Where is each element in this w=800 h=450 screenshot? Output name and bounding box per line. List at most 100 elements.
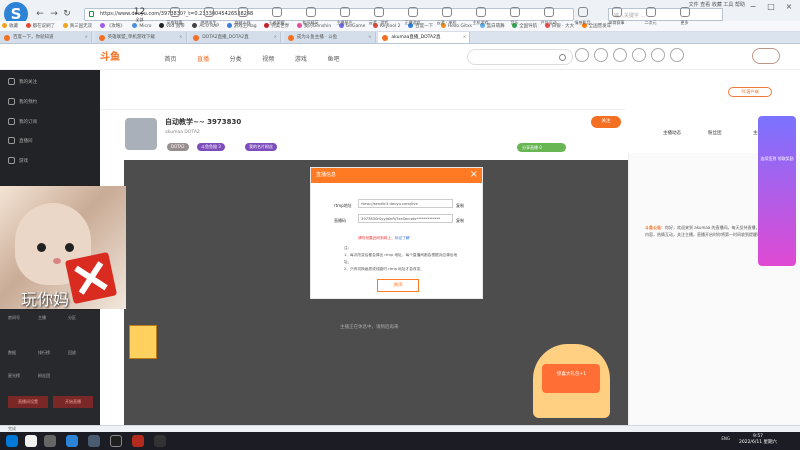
active-browser-tab[interactable]: akumaa直播_DOTA2直 ×: [378, 32, 471, 43]
live-icon[interactable]: [651, 48, 665, 62]
copy-rtmp-button[interactable]: 复制: [456, 203, 464, 209]
browser-tab[interactable]: 成为斗鱼主播 · 斗鱼 ×: [283, 32, 376, 43]
download-icon[interactable]: [594, 48, 608, 62]
taskbar-clock[interactable]: 9:57 2022/6/11 星期六: [739, 434, 777, 446]
room-tag[interactable]: DOTA2: [167, 143, 189, 151]
sidebar-item-reserve[interactable]: 我的预约: [8, 98, 37, 105]
system-language[interactable]: ENG: [721, 436, 730, 441]
left-lower-item[interactable]: 排行榜: [38, 350, 50, 356]
category-item[interactable]: 更多: [673, 7, 696, 26]
start-live-button[interactable]: 开始直播: [53, 396, 93, 408]
category-count[interactable]: 12 全部: [128, 7, 151, 23]
dota-task-icon[interactable]: [132, 435, 144, 447]
pc-client-button[interactable]: PC客户端: [728, 87, 772, 97]
terminal-task-icon[interactable]: [110, 435, 122, 447]
category-item[interactable]: 正播游戏: [401, 7, 424, 26]
nav-home[interactable]: 首页: [155, 54, 186, 63]
left-lower-item[interactable]: 星光榜: [8, 373, 20, 379]
left-lower-item[interactable]: 分区: [68, 315, 76, 321]
browser-tab[interactable]: DOTA2直播_DOTA2直 ×: [189, 32, 282, 43]
stream-code-field[interactable]: 3973830rSyyjdlnRjTxxSecrets*************: [358, 214, 453, 223]
share-button[interactable]: 分享直播 0: [517, 143, 566, 152]
category-item[interactable]: 穿越火线: [231, 7, 254, 26]
browser-menu[interactable]: 文件 查看 收藏 工具 帮助: [689, 1, 745, 8]
chat-tab-dynamic[interactable]: 主播动态: [663, 130, 681, 136]
bookmark-item[interactable]: 真三国无双: [61, 21, 97, 31]
sidebar-item-games[interactable]: 游戏: [8, 157, 28, 164]
left-bottom-badge[interactable]: [129, 325, 157, 359]
close-tab-icon[interactable]: ×: [179, 32, 183, 43]
search-icon[interactable]: [559, 54, 566, 61]
browser-task-icon[interactable]: [66, 435, 78, 447]
sidebar-item-following[interactable]: 我的关注: [8, 78, 37, 85]
left-lower-item[interactable]: 数据: [8, 350, 16, 356]
bookmark-item[interactable]: 都在说刷了: [24, 21, 60, 31]
forward-button[interactable]: →: [48, 8, 60, 20]
message-icon[interactable]: [613, 48, 627, 62]
maximize-button[interactable]: □: [762, 0, 780, 14]
category-item[interactable]: 主机游戏: [469, 7, 492, 26]
douyu-logo[interactable]: 斗鱼: [100, 48, 134, 68]
search-icon[interactable]: [25, 435, 37, 447]
category-item[interactable]: 云游 · 游戏: [367, 7, 390, 26]
room-tag[interactable]: 我的名片粉丝: [245, 143, 277, 151]
nav-fishbar[interactable]: 鱼吧: [318, 54, 349, 63]
left-lower-item[interactable]: 粉丝团: [38, 373, 50, 379]
room-settings-button[interactable]: 直播间设置: [8, 396, 48, 408]
site-search-input[interactable]: [467, 49, 573, 65]
close-window-button[interactable]: ×: [780, 0, 798, 14]
user-avatar-button[interactable]: [752, 48, 780, 64]
category-item[interactable]: 二次元: [639, 7, 662, 26]
close-tab-icon[interactable]: ×: [84, 32, 88, 43]
rtmp-address-field[interactable]: rtmp://sendtc3.douyu.com/live: [358, 199, 453, 208]
address-bar[interactable]: https://www.douyu.com/3973830?_t=0.23330…: [84, 8, 574, 21]
task-view-icon[interactable]: [44, 435, 56, 447]
browser-tab[interactable]: 英雄联盟_单机游戏下载 ×: [94, 32, 187, 43]
category-item[interactable]: 体育赛事: [605, 7, 628, 26]
room-tag[interactable]: 斗鱼鱼翅 3: [197, 143, 225, 151]
category-item[interactable]: 绝地求生: [197, 7, 220, 26]
obs-task-icon[interactable]: [154, 435, 166, 447]
follow-icon[interactable]: [632, 48, 646, 62]
nav-games[interactable]: 游戏: [285, 54, 316, 63]
category-item[interactable]: 音乐: [503, 7, 526, 26]
sidebar-item-room[interactable]: 直播间: [8, 137, 33, 144]
minimize-button[interactable]: −: [744, 0, 762, 14]
copy-code-button[interactable]: 复制: [456, 218, 464, 224]
nav-live[interactable]: 直播: [188, 54, 219, 63]
bookmark-item[interactable]: 《攻略》: [98, 21, 129, 31]
follow-button[interactable]: 关注: [591, 116, 621, 128]
nav-category[interactable]: 分类: [220, 54, 251, 63]
browser-tab[interactable]: 百度一下，你就知道 ×: [0, 32, 92, 43]
refresh-button[interactable]: ↻: [61, 8, 73, 20]
category-item[interactable]: 英雄联盟: [163, 7, 186, 26]
stream-info-dialog: 直播信息 × rtmp地址 rtmp://sendtc3.douyu.com/l…: [310, 167, 483, 299]
streamer-avatar[interactable]: [125, 118, 157, 150]
close-tab-icon[interactable]: ×: [273, 32, 277, 43]
back-button[interactable]: ←: [34, 8, 46, 20]
left-lower-item[interactable]: 回放: [68, 350, 76, 356]
dialog-close-button[interactable]: ×: [470, 169, 478, 181]
category-item[interactable]: 王者荣耀: [265, 7, 288, 26]
close-dialog-button[interactable]: 关闭: [377, 279, 419, 292]
category-item[interactable]: 主播星光: [333, 7, 356, 26]
sidebar-item-subscription[interactable]: 我的订阅: [8, 118, 37, 125]
learn-more-link[interactable]: 标记了解: [395, 236, 410, 240]
right-promo-banner[interactable]: 连续签到 领取奖励: [758, 116, 796, 266]
category-item[interactable]: 情感影音: [571, 7, 594, 26]
category-item[interactable]: 和平精英: [299, 7, 322, 26]
nav-video[interactable]: 视频: [253, 54, 284, 63]
left-lower-item[interactable]: 房间号: [8, 315, 20, 321]
gift-promo-icon[interactable]: 惊喜大礼包+1: [533, 344, 610, 418]
windows-start-icon[interactable]: [6, 435, 18, 447]
chat-tab-fans[interactable]: 粉丝团: [708, 130, 722, 136]
category-item[interactable]: 户外运动: [537, 7, 560, 26]
close-tab-icon[interactable]: ×: [368, 32, 372, 43]
left-lower-item[interactable]: 主播: [38, 315, 46, 321]
location-icon[interactable]: [670, 48, 684, 62]
category-item[interactable]: 云游 · 单机: [435, 7, 458, 26]
close-tab-icon[interactable]: ×: [463, 32, 467, 43]
history-icon[interactable]: [575, 48, 589, 62]
steam-task-icon[interactable]: [88, 435, 100, 447]
bookmark-item[interactable]: 收藏: [0, 21, 22, 31]
